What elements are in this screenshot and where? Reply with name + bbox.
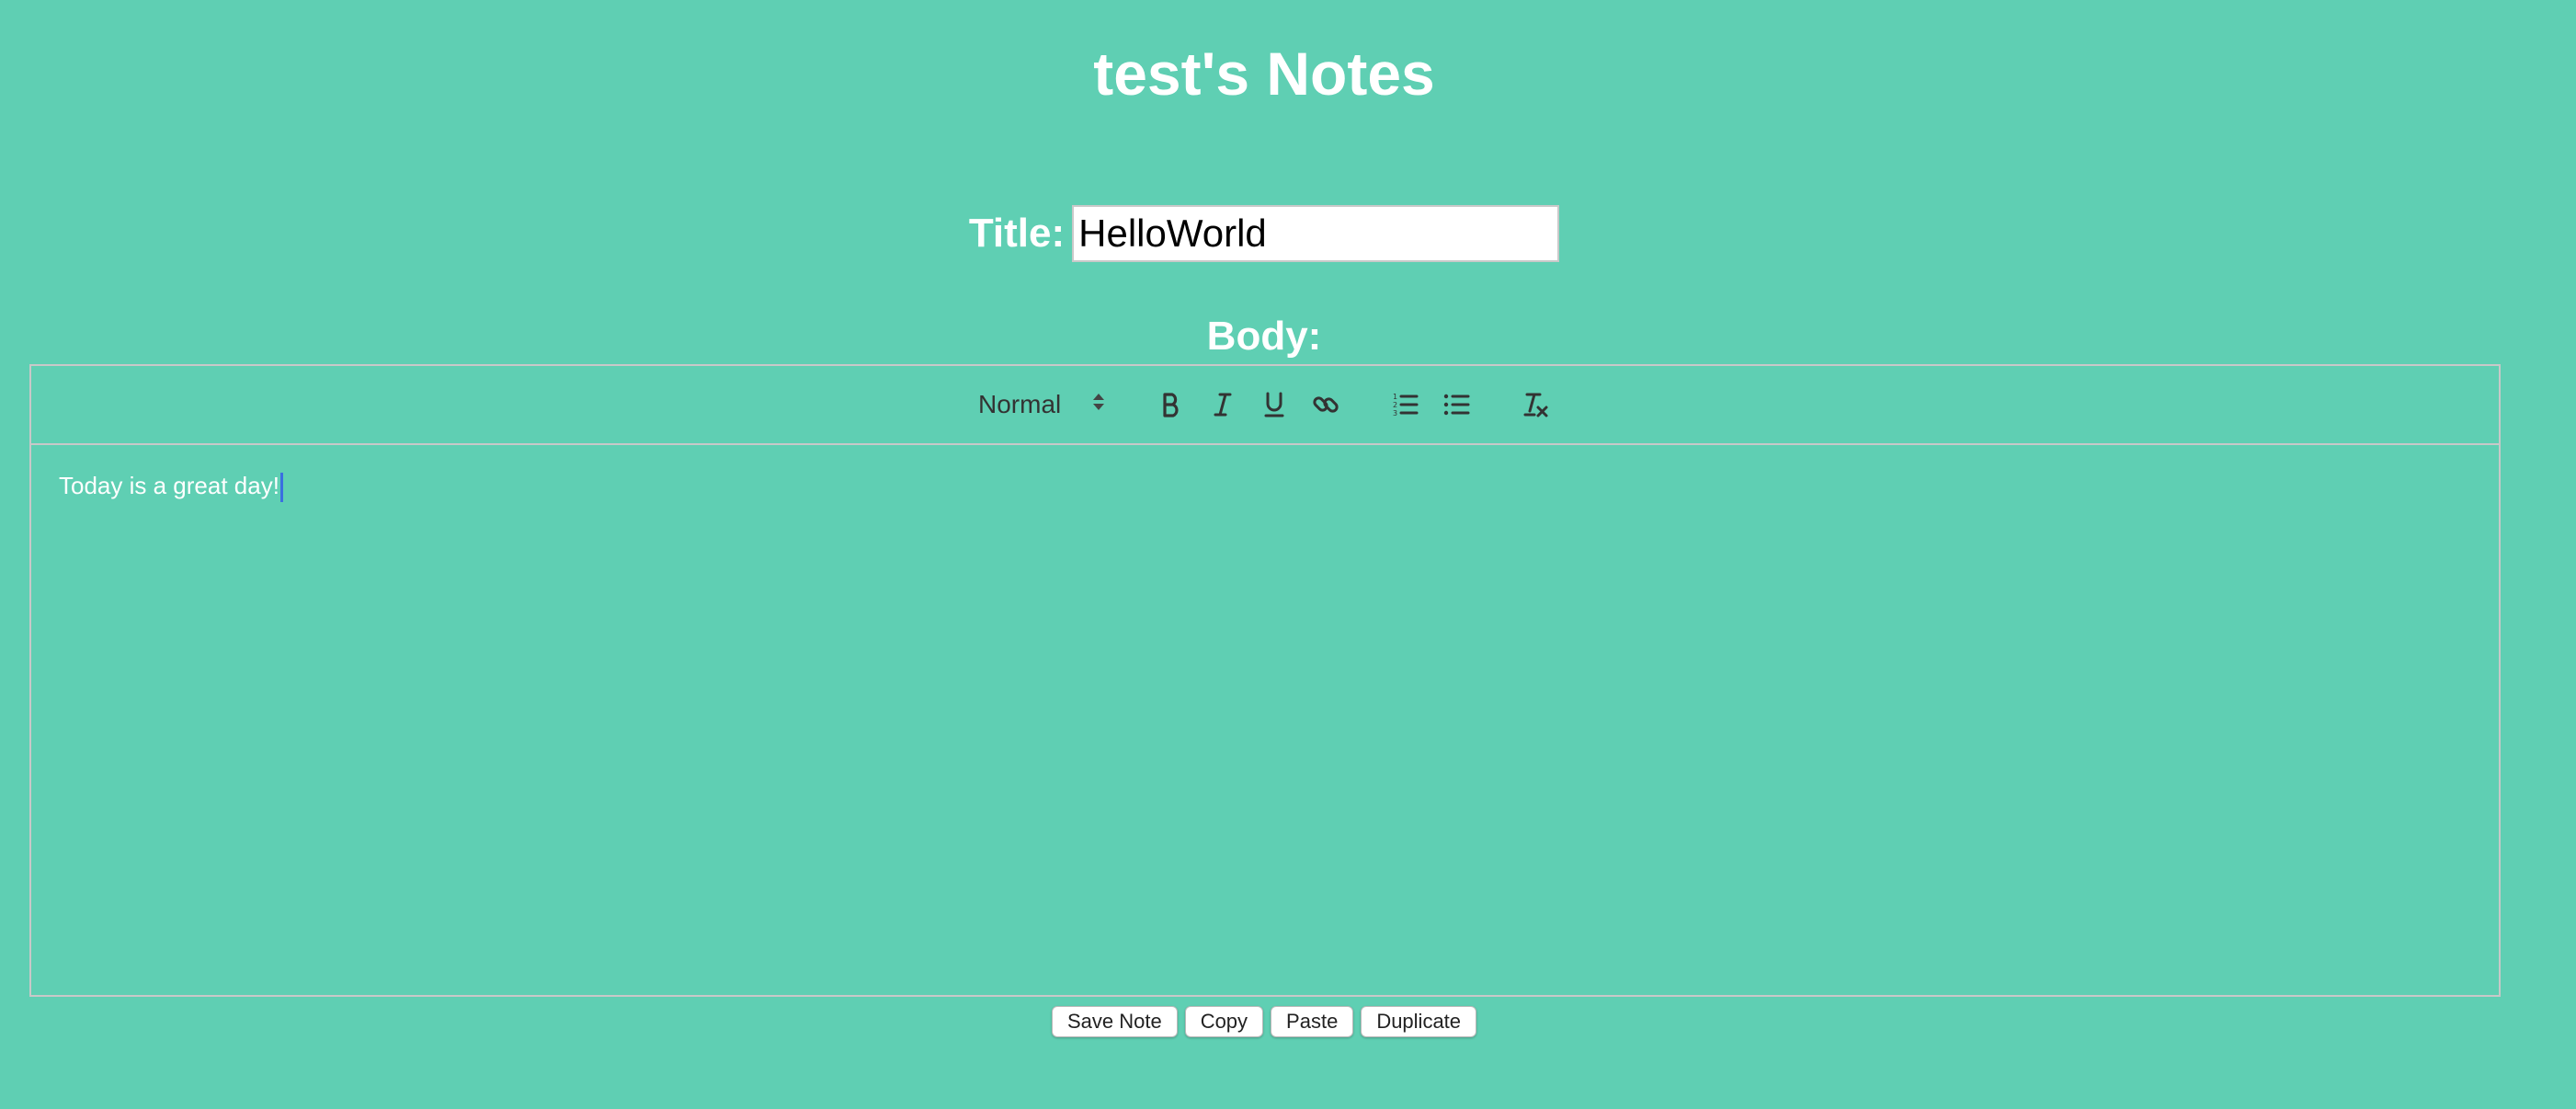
duplicate-button[interactable]: Duplicate — [1361, 1006, 1477, 1037]
note-body-text: Today is a great day! — [59, 472, 279, 499]
italic-button[interactable] — [1197, 383, 1248, 427]
paste-button[interactable]: Paste — [1271, 1006, 1354, 1037]
bold-button[interactable] — [1146, 383, 1197, 427]
text-caret — [279, 473, 283, 503]
rich-text-editor: Normal 1 2 3 Today is a great day! — [29, 364, 2501, 997]
bullet-list-icon — [1442, 392, 1470, 417]
clear-format-icon — [1522, 391, 1549, 418]
header-format-label: Normal — [978, 390, 1062, 418]
italic-icon — [1212, 392, 1234, 417]
page-title: test's Notes — [1093, 40, 1435, 108]
svg-text:2: 2 — [1393, 401, 1397, 409]
editor-toolbar: Normal 1 2 3 — [31, 366, 2499, 445]
title-row: Title: — [0, 204, 2528, 263]
svg-text:1: 1 — [1393, 393, 1397, 401]
clear-format-button[interactable] — [1510, 383, 1561, 427]
copy-button[interactable]: Copy — [1184, 1006, 1264, 1037]
title-label: Title: — [968, 211, 1066, 256]
svg-text:3: 3 — [1393, 409, 1397, 417]
header-format-select[interactable]: Normal — [978, 390, 1105, 419]
link-button[interactable] — [1300, 383, 1351, 427]
editor-content[interactable]: Today is a great day! — [31, 445, 2499, 526]
save-note-button[interactable]: Save Note — [1051, 1006, 1178, 1037]
action-buttons: Save Note Copy Paste Duplicate — [0, 1006, 2528, 1037]
title-input[interactable] — [1072, 205, 1560, 262]
ordered-list-icon: 1 2 3 — [1391, 392, 1419, 417]
select-arrows-icon — [1092, 390, 1105, 419]
body-label: Body: — [1206, 314, 1322, 359]
underline-button[interactable] — [1248, 383, 1300, 427]
bold-icon — [1160, 392, 1182, 417]
underline-icon — [1263, 391, 1285, 418]
ordered-list-button[interactable]: 1 2 3 — [1379, 383, 1430, 427]
link-icon — [1312, 391, 1339, 418]
bullet-list-button[interactable] — [1430, 383, 1482, 427]
